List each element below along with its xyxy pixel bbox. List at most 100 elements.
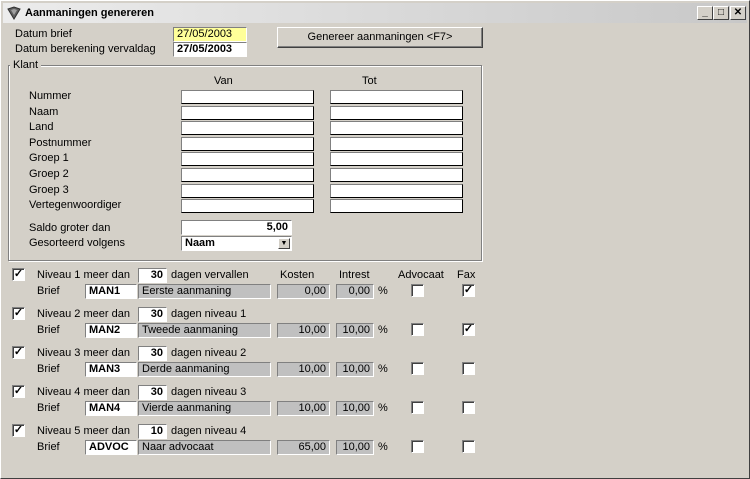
advocaat-header: Advocaat <box>398 269 444 281</box>
fax-checkbox[interactable] <box>462 362 475 375</box>
klant-field-label: Naam <box>29 105 59 118</box>
kosten-value: 10,00 <box>277 323 330 338</box>
klant-tot-input[interactable] <box>330 183 463 198</box>
fax-header: Fax <box>457 269 476 281</box>
level-enabled-checkbox[interactable]: ✓ <box>12 385 25 398</box>
kosten-header: Kosten <box>280 269 315 281</box>
brief-description: Derde aanmaning <box>138 362 271 377</box>
klant-field-label: Nummer <box>29 90 72 102</box>
intrest-value: 10,00 <box>336 362 374 377</box>
sort-select[interactable]: Naam ▼ <box>181 236 292 251</box>
kosten-value: 65,00 <box>277 440 330 455</box>
fax-checkbox[interactable]: ✓ <box>462 284 475 297</box>
level-label: Niveau 2 meer dan <box>37 308 130 320</box>
brief-code-input[interactable]: ADVOC <box>85 440 137 455</box>
percent-sign: % <box>378 363 388 375</box>
klant-van-input[interactable] <box>181 199 314 214</box>
fax-checkbox[interactable] <box>462 401 475 414</box>
brief-code-input[interactable]: MAN3 <box>85 362 137 377</box>
saldo-input[interactable]: 5,00 <box>181 220 292 235</box>
fax-checkbox[interactable]: ✓ <box>462 323 475 336</box>
level-days-input[interactable]: 30 <box>138 268 167 283</box>
klant-tot-input[interactable] <box>330 121 463 136</box>
minimize-icon: _ <box>702 7 708 18</box>
datum-brief-label: Datum brief <box>15 28 72 40</box>
maximize-button[interactable]: □ <box>713 6 729 20</box>
brief-label: Brief <box>37 363 60 375</box>
klant-tot-input[interactable] <box>330 168 463 182</box>
close-icon: ✕ <box>733 7 743 18</box>
intrest-value: 10,00 <box>336 401 374 416</box>
klant-van-input[interactable] <box>181 121 314 136</box>
level-label: Niveau 4 meer dan <box>37 386 130 398</box>
klant-van-input[interactable] <box>181 152 314 167</box>
klant-field-label: Postnummer <box>29 136 92 149</box>
advocaat-checkbox[interactable] <box>411 401 424 414</box>
van-header: Van <box>214 75 233 87</box>
level-enabled-checkbox[interactable]: ✓ <box>12 424 25 437</box>
title-bar[interactable]: Aanmaningen genereren _ □ ✕ <box>3 3 747 23</box>
klant-van-input[interactable] <box>181 90 314 104</box>
brief-description: Eerste aanmaning <box>138 284 271 299</box>
level-label: Niveau 3 meer dan <box>37 347 130 359</box>
level-days-input[interactable]: 10 <box>138 424 167 439</box>
klant-field-label: Groep 2 <box>29 168 69 180</box>
klant-van-input[interactable] <box>181 168 314 182</box>
klant-field-label: Land <box>29 121 54 134</box>
klant-van-input[interactable] <box>181 136 314 151</box>
advocaat-checkbox[interactable] <box>411 284 424 297</box>
datum-vervaldag-label: Datum berekening vervaldag <box>15 43 156 55</box>
minimize-button[interactable]: _ <box>697 6 713 20</box>
brief-label: Brief <box>37 324 60 336</box>
klant-van-input[interactable] <box>181 183 314 198</box>
tot-header: Tot <box>362 75 377 87</box>
level-days-input[interactable]: 30 <box>138 346 167 361</box>
advocaat-checkbox[interactable] <box>411 362 424 375</box>
kosten-value: 10,00 <box>277 362 330 377</box>
klant-field-label: Groep 3 <box>29 183 69 196</box>
level-enabled-checkbox[interactable]: ✓ <box>12 307 25 320</box>
brief-description: Tweede aanmaning <box>138 323 271 338</box>
close-button[interactable]: ✕ <box>730 6 746 20</box>
brief-code-input[interactable]: MAN4 <box>85 401 137 416</box>
percent-sign: % <box>378 324 388 336</box>
sort-label: Gesorteerd volgens <box>29 237 125 249</box>
level-suffix: dagen niveau 4 <box>171 425 247 437</box>
klant-tot-input[interactable] <box>330 136 463 151</box>
klant-tot-input[interactable] <box>330 90 463 104</box>
klant-field-label: Vertegenwoordiger <box>29 199 122 212</box>
advocaat-checkbox[interactable] <box>411 440 424 453</box>
app-icon <box>7 6 21 20</box>
level-suffix: dagen vervallen <box>171 269 249 281</box>
kosten-value: 10,00 <box>277 401 330 416</box>
level-suffix: dagen niveau 2 <box>171 347 247 359</box>
klant-van-input[interactable] <box>181 105 314 120</box>
level-days-input[interactable]: 30 <box>138 385 167 400</box>
chevron-down-icon[interactable]: ▼ <box>278 238 290 249</box>
percent-sign: % <box>378 285 388 297</box>
kosten-value: 0,00 <box>277 284 330 299</box>
klant-tot-input[interactable] <box>330 105 463 120</box>
brief-label: Brief <box>37 402 60 414</box>
generate-button[interactable]: Genereer aanmaningen <F7> <box>277 27 483 48</box>
klant-tot-input[interactable] <box>330 152 463 167</box>
brief-code-input[interactable]: MAN1 <box>85 284 137 299</box>
level-enabled-checkbox[interactable]: ✓ <box>12 268 25 281</box>
advocaat-checkbox[interactable] <box>411 323 424 336</box>
brief-code-input[interactable]: MAN2 <box>85 323 137 338</box>
datum-brief-input[interactable]: 27/05/2003 <box>173 27 247 42</box>
level-days-input[interactable]: 30 <box>138 307 167 322</box>
brief-label: Brief <box>37 441 60 453</box>
brief-label: Brief <box>37 285 60 297</box>
sort-select-value: Naam <box>185 237 215 249</box>
fax-checkbox[interactable] <box>462 440 475 453</box>
level-enabled-checkbox[interactable]: ✓ <box>12 346 25 359</box>
saldo-label: Saldo groter dan <box>29 222 111 234</box>
percent-sign: % <box>378 402 388 414</box>
percent-sign: % <box>378 441 388 453</box>
datum-vervaldag-input[interactable]: 27/05/2003 <box>173 42 247 57</box>
intrest-value: 10,00 <box>336 440 374 455</box>
level-label: Niveau 5 meer dan <box>37 425 130 437</box>
klant-tot-input[interactable] <box>330 199 463 214</box>
intrest-header: Intrest <box>339 269 370 281</box>
